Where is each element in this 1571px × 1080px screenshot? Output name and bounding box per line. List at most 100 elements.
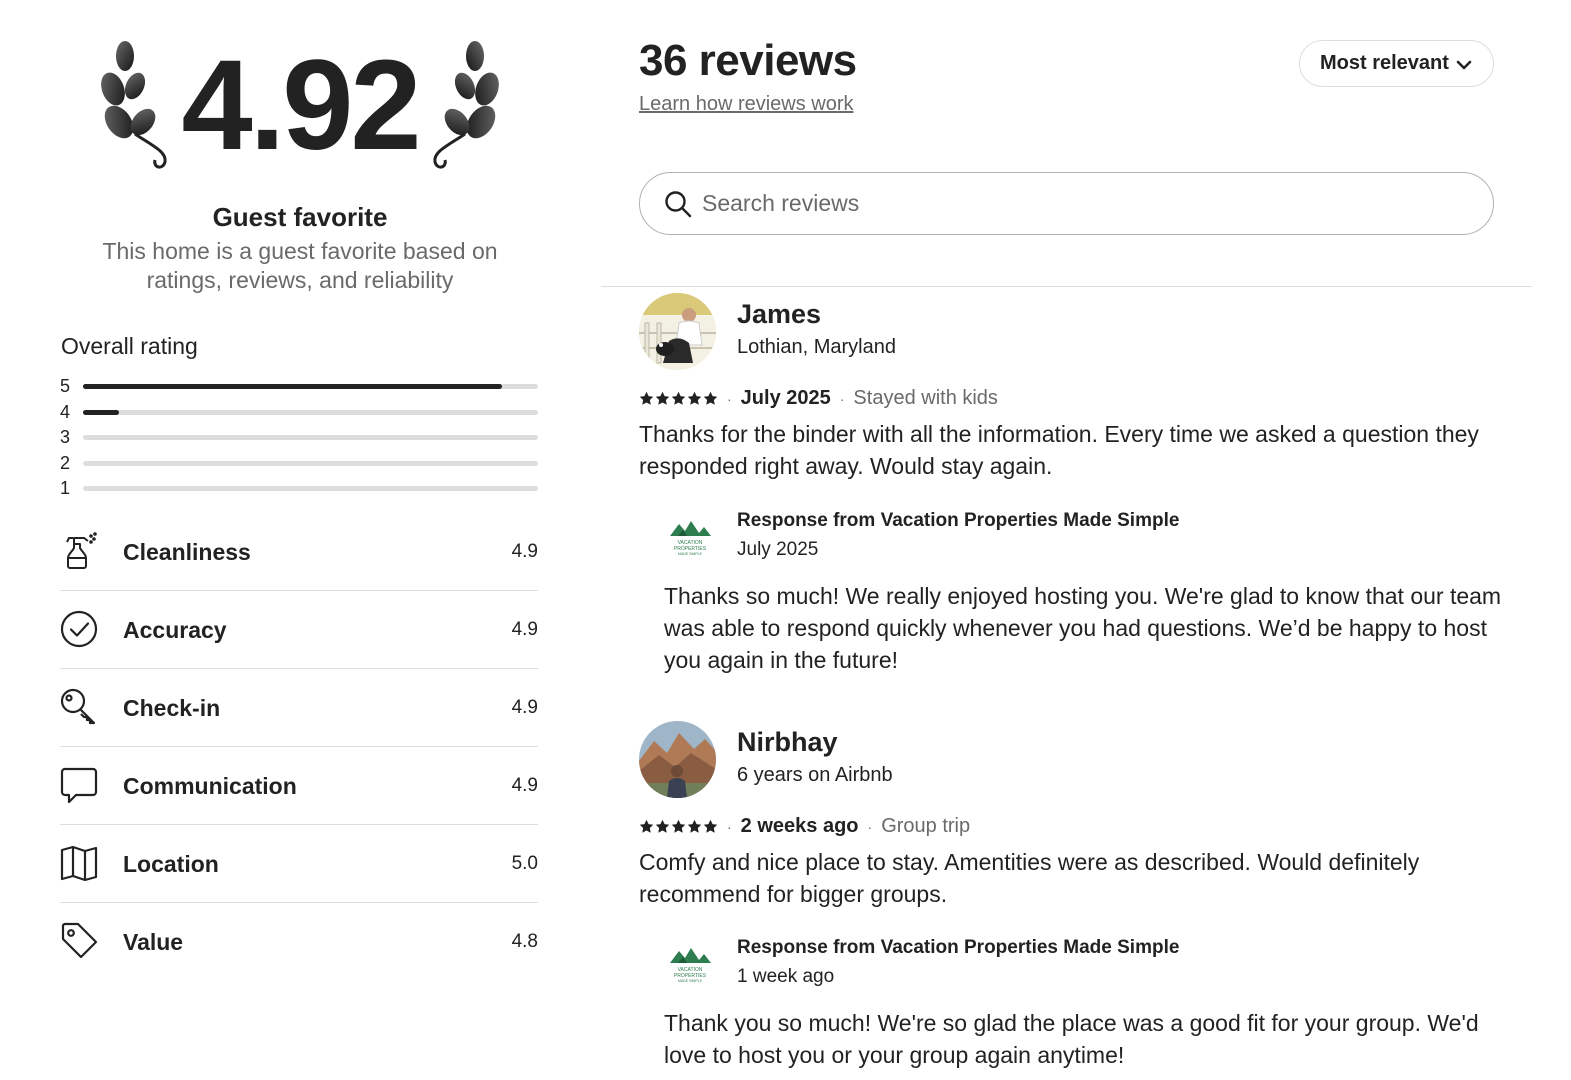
rating-bar-row: 5	[60, 374, 538, 400]
star-icon	[655, 391, 670, 405]
rating-bar-star-label: 4	[60, 401, 71, 422]
rating-bar-row: 2	[60, 451, 538, 477]
reviews-count-title: 36 reviews	[639, 36, 857, 85]
review-text: Thanks for the binder with all the infor…	[639, 421, 1479, 479]
spray-bottle-icon	[60, 532, 98, 570]
rating-bar-fill	[83, 384, 502, 389]
separator-dot: ·	[727, 390, 732, 407]
review-date: July 2025	[740, 387, 831, 409]
category-label: Location	[123, 851, 219, 877]
review-text: Comfy and nice place to stay. Amentities…	[639, 849, 1420, 907]
rating-distribution: 5 4 3 2 1	[60, 374, 538, 502]
review-card: James Lothian, Maryland · July 2025 · St…	[639, 293, 1509, 683]
svg-text:MADE SIMPLE: MADE SIMPLE	[678, 552, 703, 556]
avatar[interactable]	[639, 721, 716, 798]
separator-dot: ·	[727, 818, 732, 835]
category-score: 4.9	[511, 775, 538, 796]
category-label: Check-in	[123, 695, 221, 721]
review-card: Nirbhay 6 years on Airbnb · 2 weeks ago …	[639, 721, 1509, 1076]
reviewer-name[interactable]: Nirbhay	[737, 727, 838, 758]
category-score: 4.9	[511, 697, 538, 718]
star-icon	[671, 391, 686, 405]
overall-rating-title: Overall rating	[61, 333, 198, 359]
rating-bar-row: 4	[60, 400, 538, 426]
category-score: 5.0	[511, 853, 538, 874]
rating-bar-star-label: 3	[60, 427, 71, 447]
svg-text:MADE SIMPLE: MADE SIMPLE	[678, 979, 703, 983]
host-logo-icon: VACATION PROPERTIES MADE SIMPLE	[664, 941, 716, 987]
trip-type: Stayed with kids	[853, 387, 998, 409]
learn-how-reviews-work-link[interactable]: Learn how reviews work	[639, 93, 854, 116]
response-from: Response from Vacation Properties Made S…	[737, 937, 1180, 958]
rating-bar-track	[83, 460, 538, 466]
search-icon	[665, 191, 692, 218]
star-icon	[655, 819, 670, 833]
rating-bar-star-label: 2	[60, 452, 71, 473]
sort-dropdown-label: Most relevant	[1320, 52, 1449, 74]
guest-favorite-description: This home is a guest favorite based on r…	[102, 238, 498, 293]
star-icon	[671, 819, 686, 833]
review-date: 2 weeks ago	[740, 815, 859, 837]
rating-bar-row: 3	[60, 425, 538, 451]
category-label: Communication	[123, 773, 297, 799]
separator-dot: ·	[867, 818, 873, 835]
star-icon	[639, 391, 654, 405]
category-label: Cleanliness	[123, 539, 251, 565]
category-label: Value	[123, 929, 184, 955]
star-icon	[703, 391, 718, 405]
response-from: Response from Vacation Properties Made S…	[737, 510, 1180, 531]
category-score: 4.9	[511, 541, 538, 562]
sort-dropdown[interactable]: Most relevant	[1299, 40, 1494, 87]
map-icon	[60, 844, 98, 882]
category-row-communication: Communication 4.9	[60, 747, 538, 825]
rating-bar-star-label: 5	[60, 376, 71, 396]
category-row-accuracy: Accuracy 4.9	[60, 591, 538, 669]
reviewer-name[interactable]: James	[737, 299, 821, 330]
rating-bar-fill	[83, 409, 120, 415]
rating-bar-star-label: 1	[60, 478, 71, 498]
star-icon	[639, 819, 654, 833]
response-date: 1 week ago	[737, 966, 835, 987]
category-ratings: Cleanliness 4.9 Accuracy 4.9 Check-in 4.…	[60, 513, 538, 981]
category-row-location: Location 5.0	[60, 825, 538, 903]
rating-bar-track	[83, 486, 538, 491]
response-date: July 2025	[737, 539, 819, 560]
category-row-cleanliness: Cleanliness 4.9	[60, 513, 538, 591]
rating-summary-panel: 4.92 Guest favorite This home is a guest…	[0, 0, 600, 1080]
category-row-check-in: Check-in 4.9	[60, 669, 538, 747]
reviewer-location: Lothian, Maryland	[737, 336, 896, 358]
rating-bar-track	[83, 409, 538, 415]
price-tag-icon	[60, 922, 98, 960]
star-icon	[687, 819, 702, 833]
category-label: Accuracy	[123, 617, 227, 643]
star-icon	[687, 391, 702, 405]
section-divider	[601, 286, 1532, 287]
review-meta: · July 2025 · Stayed with kids	[639, 387, 998, 410]
check-circle-icon	[60, 610, 98, 648]
category-score: 4.8	[511, 931, 538, 952]
category-row-value: Value 4.8	[60, 903, 538, 981]
key-icon	[60, 688, 98, 726]
rating-bar-track	[83, 435, 538, 440]
search-reviews-input[interactable]	[702, 173, 1462, 233]
rating-bar-track	[83, 384, 538, 389]
guest-favorite-title: Guest favorite	[212, 202, 388, 232]
avatar[interactable]	[639, 293, 716, 370]
response-text: Thanks so much! We really enjoyed hostin…	[664, 583, 1502, 673]
trip-type: Group trip	[881, 815, 971, 837]
search-reviews-field[interactable]	[639, 172, 1494, 235]
review-meta: · 2 weeks ago · Group trip	[639, 815, 970, 838]
category-score: 4.9	[511, 619, 538, 640]
chevron-down-icon	[1456, 60, 1472, 70]
guest-favorite-hero: 4.92	[95, 26, 505, 186]
rating-bar-row: 1	[60, 476, 538, 502]
reviewer-tenure: 6 years on Airbnb	[737, 764, 893, 786]
laurel-right-icon	[425, 34, 505, 174]
star-icon	[703, 819, 718, 833]
separator-dot: ·	[839, 390, 845, 407]
response-text: Thank you so much! We're so glad the pla…	[664, 1010, 1479, 1068]
chat-bubble-icon	[60, 766, 98, 804]
star-rating	[639, 819, 718, 834]
star-rating	[639, 391, 718, 406]
host-logo-icon: VACATION PROPERTIES MADE SIMPLE	[664, 514, 716, 560]
